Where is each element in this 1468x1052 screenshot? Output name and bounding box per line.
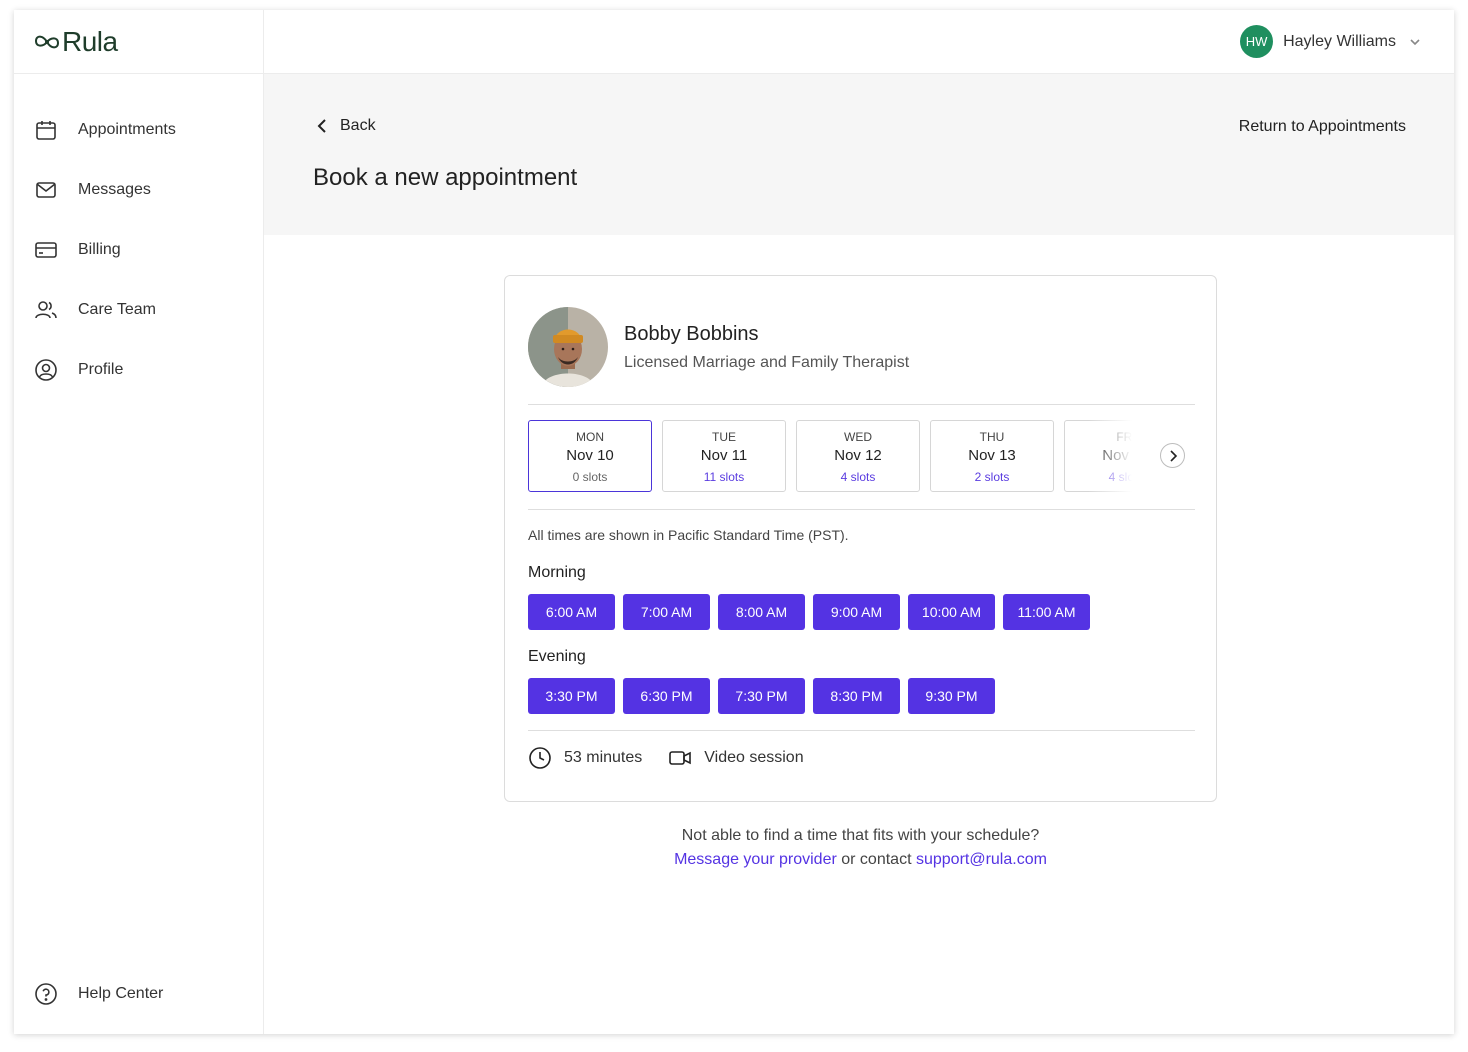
day-carousel: MON Nov 10 0 slots TUE Nov 11 11 slots W… — [528, 420, 1132, 492]
credit-card-icon — [35, 242, 57, 258]
sidebar-item-label: Appointments — [78, 121, 176, 138]
sidebar-item-label: Help Center — [78, 985, 164, 1002]
day-option-mon[interactable]: MON Nov 10 0 slots — [528, 420, 652, 492]
user-name: Hayley Williams — [1283, 32, 1396, 50]
back-label: Back — [340, 117, 376, 134]
day-slot-count: 4 slots — [840, 470, 876, 484]
day-slot-count: 2 slots — [974, 470, 1010, 484]
next-days-button[interactable] — [1160, 443, 1185, 468]
back-button[interactable]: Back — [316, 117, 376, 135]
session-type: Video session — [704, 749, 804, 766]
day-option-wed[interactable]: WED Nov 12 4 slots — [796, 420, 920, 492]
time-slot-button[interactable]: 10:00 AM — [908, 594, 995, 630]
evening-label: Evening — [528, 648, 586, 665]
sidebar-nav: Appointments Messages Billing Care Team — [14, 74, 263, 400]
rula-logo-icon — [34, 35, 60, 48]
day-option-tue[interactable]: TUE Nov 11 11 slots — [662, 420, 786, 492]
return-to-appointments-link[interactable]: Return to Appointments — [1239, 118, 1406, 136]
sidebar-item-label: Profile — [78, 361, 124, 378]
sidebar: Rula Appointments Messages Billing Care … — [14, 10, 264, 1034]
logo[interactable]: Rula — [14, 10, 263, 74]
page-header: Back Return to Appointments Book a new a… — [264, 74, 1454, 235]
time-slot-button[interactable]: 9:30 PM — [908, 678, 995, 714]
day-date: Nov 13 — [968, 447, 1016, 464]
time-slot-button[interactable]: 11:00 AM — [1003, 594, 1090, 630]
app-window: Rula Appointments Messages Billing Care … — [14, 10, 1454, 1034]
sidebar-item-label: Care Team — [78, 301, 156, 318]
provider-info: Bobby Bobbins Licensed Marriage and Fami… — [528, 307, 909, 387]
day-slot-count: 11 slots — [703, 470, 745, 484]
day-of-week: TUE — [712, 430, 736, 444]
time-slot-button[interactable]: 7:30 PM — [718, 678, 805, 714]
timezone-note: All times are shown in Pacific Standard … — [528, 527, 849, 543]
time-slot-button[interactable]: 8:30 PM — [813, 678, 900, 714]
day-of-week: WED — [844, 430, 872, 444]
avatar: HW — [1240, 25, 1274, 58]
user-circle-icon — [35, 359, 57, 381]
mail-icon — [36, 182, 56, 198]
time-slot-button[interactable]: 3:30 PM — [528, 678, 615, 714]
divider — [528, 730, 1195, 731]
day-slot-count: 0 slots — [572, 470, 608, 484]
carousel-fade — [1088, 420, 1132, 492]
session-details: 53 minutes Video session — [528, 746, 804, 770]
day-of-week: MON — [576, 430, 604, 444]
day-date: Nov 11 — [700, 447, 748, 464]
time-slot-button[interactable]: 6:30 PM — [623, 678, 710, 714]
people-icon — [35, 301, 57, 319]
chevron-right-icon — [1169, 449, 1177, 462]
sidebar-item-profile[interactable]: Profile — [14, 340, 263, 400]
top-bar: HW Hayley Williams — [264, 10, 1454, 74]
morning-label: Morning — [528, 564, 586, 581]
question-circle-icon — [35, 983, 57, 1005]
support-email-link[interactable]: support@rula.com — [916, 851, 1047, 868]
day-option-thu[interactable]: THU Nov 13 2 slots — [930, 420, 1054, 492]
clock-icon — [529, 747, 551, 769]
session-duration: 53 minutes — [564, 749, 643, 766]
time-slot-button[interactable]: 9:00 AM — [813, 594, 900, 630]
divider — [528, 404, 1195, 405]
sidebar-item-messages[interactable]: Messages — [14, 160, 263, 220]
schedule-help-note: Not able to find a time that fits with y… — [504, 824, 1217, 872]
calendar-icon — [36, 121, 56, 140]
booking-card: Bobby Bobbins Licensed Marriage and Fami… — [504, 275, 1217, 802]
sidebar-item-billing[interactable]: Billing — [14, 220, 263, 280]
user-menu[interactable]: HW Hayley Williams — [1240, 25, 1422, 58]
time-slot-button[interactable]: 8:00 AM — [718, 594, 805, 630]
message-provider-link[interactable]: Message your provider — [674, 851, 837, 868]
sidebar-item-label: Billing — [78, 241, 121, 258]
provider-photo — [528, 307, 608, 387]
divider — [528, 509, 1195, 510]
sidebar-item-appointments[interactable]: Appointments — [14, 100, 263, 160]
page-title: Book a new appointment — [313, 164, 578, 191]
evening-slots: 3:30 PM 6:30 PM 7:30 PM 8:30 PM 9:30 PM — [528, 678, 1003, 714]
chevron-left-icon — [317, 119, 326, 133]
or-contact-text: or contact — [836, 851, 916, 868]
schedule-help-question: Not able to find a time that fits with y… — [681, 827, 1040, 844]
day-date: Nov 10 — [566, 447, 614, 464]
schedule-help-links: Message your provider or contact support… — [504, 848, 1217, 872]
sidebar-item-help-center[interactable]: Help Center — [14, 964, 263, 1024]
sidebar-item-care-team[interactable]: Care Team — [14, 280, 263, 340]
chevron-down-icon — [1410, 38, 1420, 45]
sidebar-item-label: Messages — [78, 181, 151, 198]
provider-title: Licensed Marriage and Family Therapist — [624, 353, 910, 371]
time-slot-button[interactable]: 7:00 AM — [623, 594, 710, 630]
time-slot-button[interactable]: 6:00 AM — [528, 594, 615, 630]
morning-slots: 6:00 AM 7:00 AM 8:00 AM 9:00 AM 10:00 AM… — [528, 594, 1098, 630]
day-of-week: THU — [979, 430, 1005, 444]
day-date: Nov 12 — [834, 447, 882, 464]
provider-name: Bobby Bobbins — [624, 322, 759, 345]
day-selector: MON Nov 10 0 slots TUE Nov 11 11 slots W… — [528, 420, 1185, 492]
video-camera-icon — [669, 751, 692, 765]
logo-text: Rula — [62, 25, 118, 57]
